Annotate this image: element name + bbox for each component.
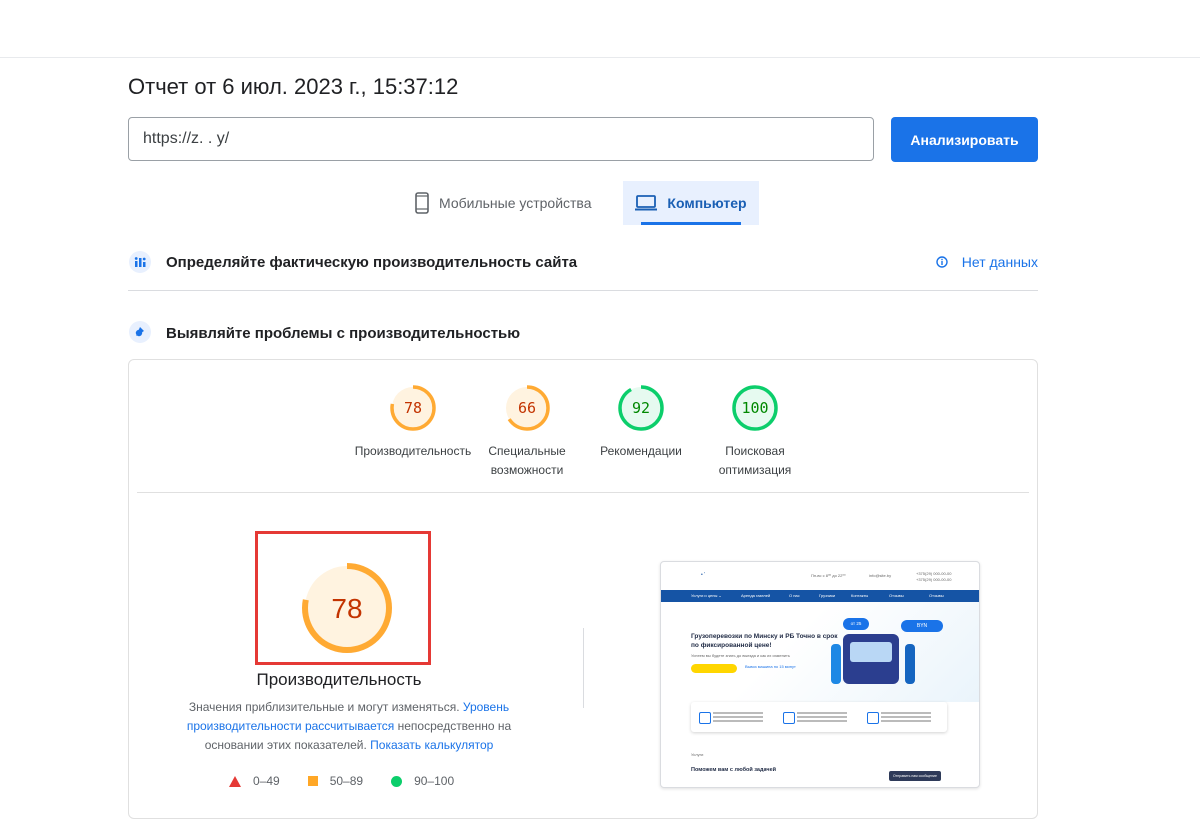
- page-screenshot-preview: • ' Пн-вс с 8⁰⁰ до 22⁰⁰ info@site.by +37…: [660, 561, 980, 788]
- no-data-link[interactable]: Нет данных: [936, 254, 1038, 270]
- preview-currency-badge: BYN: [901, 620, 943, 632]
- info-icon: [936, 256, 948, 268]
- preview-truck-illustration: [843, 634, 899, 684]
- show-calculator-link[interactable]: Показать калькулятор: [370, 738, 493, 752]
- url-input-value: https://z. . y/: [143, 130, 230, 147]
- score-label: Поисковая оптимизация: [718, 444, 792, 477]
- main-performance-gauge: 78: [301, 562, 393, 659]
- preview-section-title: Поможем вам с любой задачей: [691, 767, 777, 773]
- score-gauge-performance[interactable]: 78 Производительность: [353, 384, 473, 461]
- svg-text:66: 66: [518, 399, 536, 417]
- legend-item-average: 50–89: [307, 774, 363, 788]
- score-gauge-seo[interactable]: 100 Поисковая оптимизация: [695, 384, 815, 480]
- desc-text-1: Значения приблизительные и могут изменят…: [188, 700, 463, 714]
- report-title: Отчет от 6 июл. 2023 г., 15:37:12: [128, 74, 459, 99]
- score-ring: 78: [390, 385, 436, 431]
- tab-desktop-label: Компьютер: [667, 195, 747, 211]
- score-ring: 100: [732, 385, 778, 431]
- svg-text:100: 100: [741, 399, 768, 417]
- triangle-icon: [229, 775, 241, 787]
- lab-data-title: Выявляйте проблемы с производительностью: [166, 325, 521, 342]
- circle-icon: [391, 775, 403, 787]
- score-label: Рекомендации: [600, 444, 682, 458]
- svg-text:78: 78: [404, 399, 422, 417]
- preview-price-badge: от 25: [843, 618, 869, 630]
- legend-item-fail: 0–49: [229, 774, 280, 788]
- lighthouse-icon: [128, 320, 152, 349]
- score-gauge-best-practices[interactable]: 92 Рекомендации: [581, 384, 701, 461]
- field-data-header: Определяйте фактическую производительнос…: [128, 248, 1038, 291]
- top-divider: [0, 57, 1200, 58]
- no-data-label: Нет данных: [961, 254, 1038, 270]
- preview-feature-cards: [691, 702, 947, 732]
- preview-nav-bar: Услуги и цены ⌄ Аренда газелей О нас Грузч…: [661, 590, 979, 602]
- score-gauge-accessibility[interactable]: 66 Специальные возможности: [467, 384, 587, 480]
- score-label: Специальные возможности: [488, 444, 566, 477]
- smartphone-icon: [415, 192, 429, 214]
- score-description: Значения приблизительные и могут изменят…: [159, 698, 539, 755]
- preview-order-button: [691, 664, 737, 673]
- legend-item-pass: 90–100: [391, 774, 454, 788]
- crux-data-icon: [128, 250, 152, 279]
- svg-text:92: 92: [632, 399, 650, 417]
- tab-desktop[interactable]: Компьютер: [623, 181, 759, 225]
- tab-active-indicator: [641, 222, 741, 225]
- laptop-icon: [635, 195, 658, 211]
- preview-chat-widget: Отправить нам сообщение: [889, 771, 941, 781]
- lighthouse-report-panel: 78 Производительность 66 Специальные воз…: [128, 359, 1038, 819]
- main-score-label: Производительность: [256, 670, 422, 689]
- main-score-value: 78: [331, 593, 362, 624]
- score-ring: 66: [504, 385, 550, 431]
- tab-mobile-label: Мобильные устройства: [439, 195, 592, 211]
- square-icon: [307, 776, 318, 786]
- url-input[interactable]: https://z. . y/: [128, 117, 874, 161]
- tab-mobile[interactable]: Мобильные устройства: [415, 181, 620, 225]
- score-ring: 92: [618, 385, 664, 431]
- field-data-title: Определяйте фактическую производительнос…: [166, 254, 578, 271]
- vertical-separator: [583, 628, 584, 708]
- preview-hero: Грузоперевозки по Минску и РБ Точно в ср…: [661, 602, 979, 702]
- score-legend: 0–49 50–89 90–100: [229, 774, 482, 788]
- preview-person: [831, 644, 841, 684]
- preview-headline: Грузоперевозки по Минску и РБ Точно в ср…: [691, 633, 838, 649]
- analyze-button[interactable]: Анализировать: [891, 117, 1038, 162]
- score-label: Производительность: [354, 444, 472, 458]
- panel-divider: [137, 492, 1029, 493]
- preview-person: [905, 644, 915, 684]
